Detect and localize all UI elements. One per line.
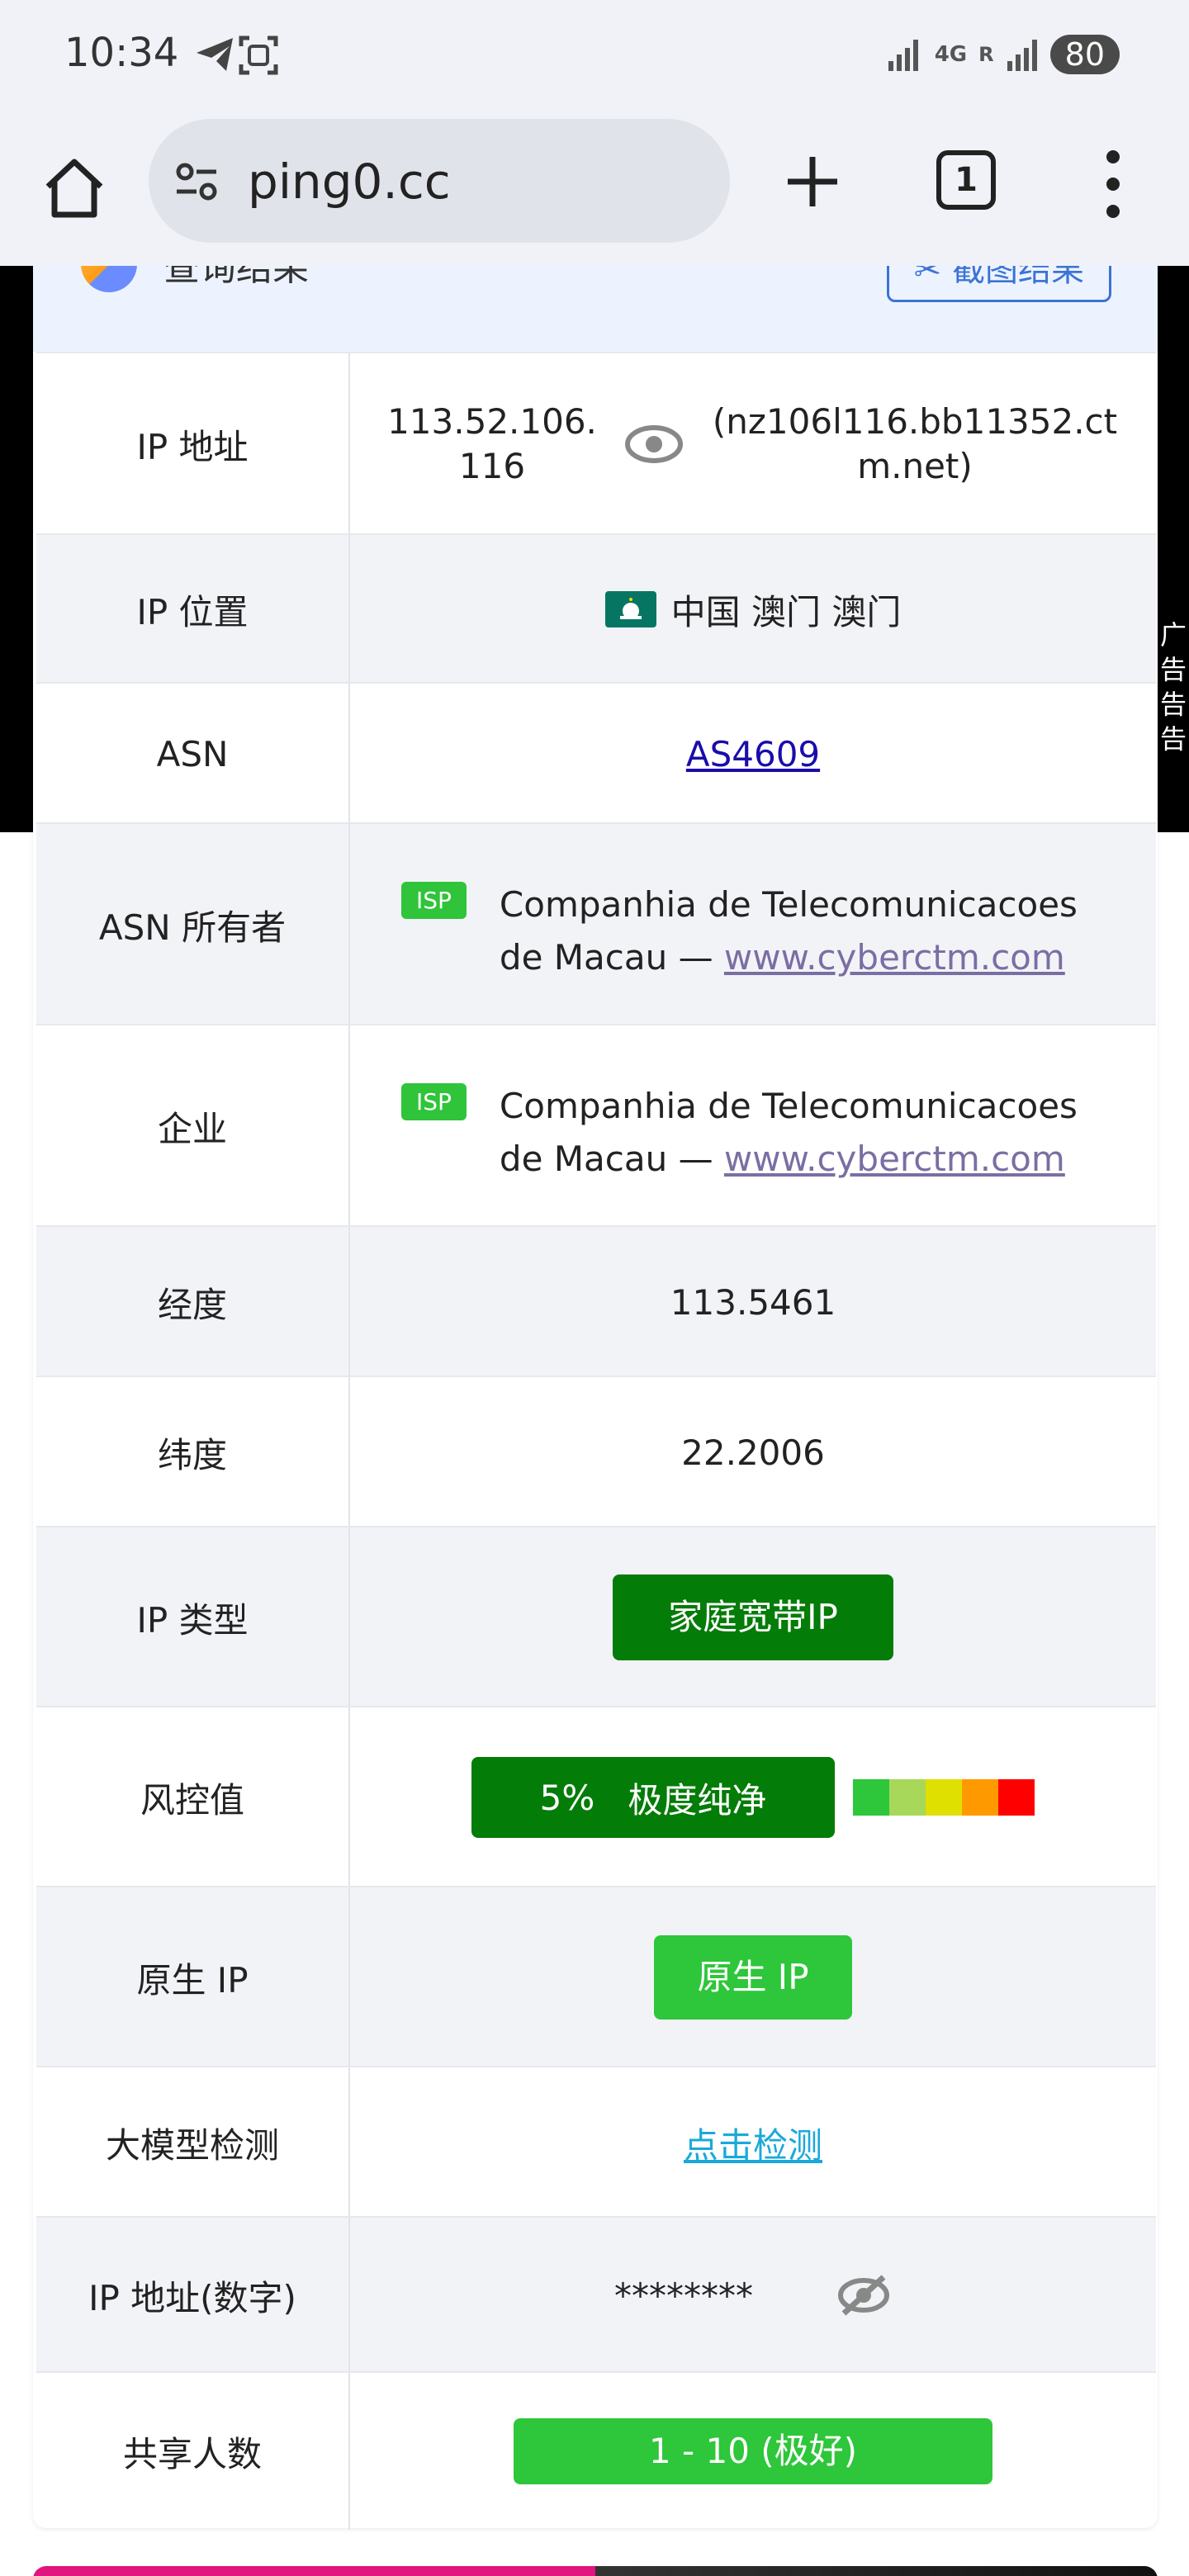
row-asn-owner: ASN 所有者 ISP Companhia de Telecomunicacoe… <box>36 822 1156 1025</box>
address-bar[interactable]: ping0.cc <box>149 119 730 243</box>
row-label: ASN <box>36 684 350 824</box>
row-longitude: 经度 113.5461 <box>36 1225 1156 1377</box>
web-page: 广告告告 查询结果 ✂ 截图结果 IP 地址 113.52.106.116 (n… <box>0 266 1189 2576</box>
row-value-risk-score: 5% 极度纯净 <box>350 1707 1156 1887</box>
result-title: 查询结果 <box>163 266 309 289</box>
asn-owner-dash: — <box>678 937 713 978</box>
risk-score-badge: 5% 极度纯净 <box>471 1757 835 1838</box>
url-text: ping0.cc <box>248 154 451 210</box>
risk-scale-segment <box>853 1779 889 1816</box>
ip-address-value[interactable]: 113.52.106.116 <box>377 400 608 489</box>
signal-icon-2 <box>1007 40 1037 71</box>
screenshot-result-label: 截图结果 <box>952 266 1084 289</box>
row-ip-type: IP 类型 家庭宽带IP <box>36 1526 1156 1707</box>
risk-scale-segment <box>889 1779 926 1816</box>
row-value-ip-type: 家庭宽带IP <box>350 1527 1156 1707</box>
new-tab-icon[interactable] <box>781 150 844 213</box>
site-settings-icon[interactable] <box>173 159 220 205</box>
row-native-ip: 原生 IP 原生 IP <box>36 1886 1156 2067</box>
row-value-ip-location: 中国 澳门 澳门 <box>350 535 1156 684</box>
bottom-banner <box>33 2566 1158 2576</box>
row-label: IP 地址(数字) <box>36 2218 350 2373</box>
enterprise-site-link[interactable]: www.cyberctm.com <box>724 1139 1065 1179</box>
status-time: 10:34 <box>64 30 179 76</box>
enterprise-text: Companhia de Telecomunicacoes de Macau —… <box>500 1080 1127 1186</box>
row-label: 大模型检测 <box>36 2067 350 2218</box>
row-label: 经度 <box>36 1227 350 1377</box>
home-icon[interactable] <box>40 154 109 223</box>
scissors-icon: ✂ <box>913 266 952 289</box>
asn-link[interactable]: AS4609 <box>686 734 820 774</box>
row-label: 纬度 <box>36 1377 350 1527</box>
row-llm-detect: 大模型检测 点击检测 <box>36 2066 1156 2218</box>
risk-scale-segment <box>998 1779 1035 1816</box>
row-label: 共享人数 <box>36 2373 350 2530</box>
row-label: IP 类型 <box>36 1527 350 1707</box>
row-enterprise: 企业 ISP Companhia de Telecomunicacoes de … <box>36 1024 1156 1227</box>
ip-location-value: 中国 澳门 澳门 <box>670 591 902 632</box>
native-ip-badge: 原生 IP <box>654 1935 852 2020</box>
row-value-shared-users: 1 - 10 (极好) <box>350 2373 1156 2530</box>
row-label: 企业 <box>36 1025 350 1227</box>
tab-switcher-button[interactable]: 1 <box>936 150 996 210</box>
risk-scale-segment <box>962 1779 998 1816</box>
ip-type-badge: 家庭宽带IP <box>613 1574 893 1660</box>
signal-icon <box>888 40 918 71</box>
row-value-ip-address: 113.52.106.116 (nz106l116.bb11352.ctm.ne… <box>350 353 1156 535</box>
row-shared-users: 共享人数 1 - 10 (极好) <box>36 2371 1156 2530</box>
row-value-asn-owner: ISP Companhia de Telecomunicacoes de Mac… <box>350 824 1156 1025</box>
battery-indicator: 80 <box>1049 35 1120 74</box>
browser-toolbar: ping0.cc 1 <box>0 112 1189 268</box>
hostname-value: (nz106l116.bb11352.ctm.net) <box>712 401 1118 486</box>
macau-flag-icon <box>604 591 656 627</box>
shared-users-badge: 1 - 10 (极好) <box>514 2418 992 2484</box>
row-ip-address: IP 地址 113.52.106.116 (nz106l116.bb11352.… <box>36 352 1156 535</box>
risk-score-percent: 5% <box>539 1777 595 1818</box>
risk-score-text: 极度纯净 <box>628 1779 767 1821</box>
result-card: 查询结果 ✂ 截图结果 IP 地址 113.52.106.116 (nz106l… <box>33 266 1158 2530</box>
row-ip-numeric: IP 地址(数字) ******** <box>36 2216 1156 2373</box>
latitude-value: 22.2006 <box>681 1432 825 1473</box>
row-risk-score: 风控值 5% 极度纯净 <box>36 1706 1156 1887</box>
row-label: 风控值 <box>36 1707 350 1887</box>
row-label: 原生 IP <box>36 1887 350 2067</box>
asn-owner-site-link[interactable]: www.cyberctm.com <box>724 937 1065 978</box>
row-label: IP 位置 <box>36 535 350 684</box>
eye-off-icon[interactable] <box>836 2272 892 2318</box>
more-menu-icon[interactable] <box>1103 147 1123 221</box>
network-type: 4G <box>934 42 968 67</box>
ip-numeric-value: ******** <box>614 2275 753 2316</box>
enterprise-dash: — <box>678 1139 713 1179</box>
asn-owner-text: Companhia de Telecomunicacoes de Macau —… <box>500 878 1127 984</box>
row-value-asn: AS4609 <box>350 684 1156 824</box>
status-bar: 10:34 4G R 80 <box>0 0 1189 112</box>
longitude-value: 113.5461 <box>670 1281 836 1323</box>
row-value-enterprise: ISP Companhia de Telecomunicacoes de Mac… <box>350 1025 1156 1227</box>
row-value-ip-numeric: ******** <box>350 2218 1156 2373</box>
row-label: IP 地址 <box>36 353 350 535</box>
roaming-indicator: R <box>978 43 994 66</box>
llm-detect-link[interactable]: 点击检测 <box>684 2118 822 2168</box>
row-asn: ASN AS4609 <box>36 682 1156 824</box>
logo-icon <box>81 266 137 292</box>
eye-icon[interactable] <box>624 421 684 467</box>
isp-badge: ISP <box>401 882 467 919</box>
screenshot-result-button[interactable]: ✂ 截图结果 <box>886 266 1111 302</box>
screen-capture-icon <box>239 36 278 75</box>
result-header: 查询结果 ✂ 截图结果 <box>33 266 1158 352</box>
ad-side-left <box>0 266 33 832</box>
row-value-llm-detect: 点击检测 <box>350 2067 1156 2218</box>
isp-badge: ISP <box>401 1083 467 1120</box>
row-latitude: 纬度 22.2006 <box>36 1376 1156 1527</box>
risk-scale-segment <box>926 1779 962 1816</box>
ad-label: 广告告告 <box>1159 619 1187 755</box>
risk-scale-bar <box>853 1779 1035 1816</box>
row-ip-location: IP 位置 中国 澳门 澳门 <box>36 533 1156 684</box>
row-value-native-ip: 原生 IP <box>350 1887 1156 2067</box>
row-label: ASN 所有者 <box>36 824 350 1025</box>
